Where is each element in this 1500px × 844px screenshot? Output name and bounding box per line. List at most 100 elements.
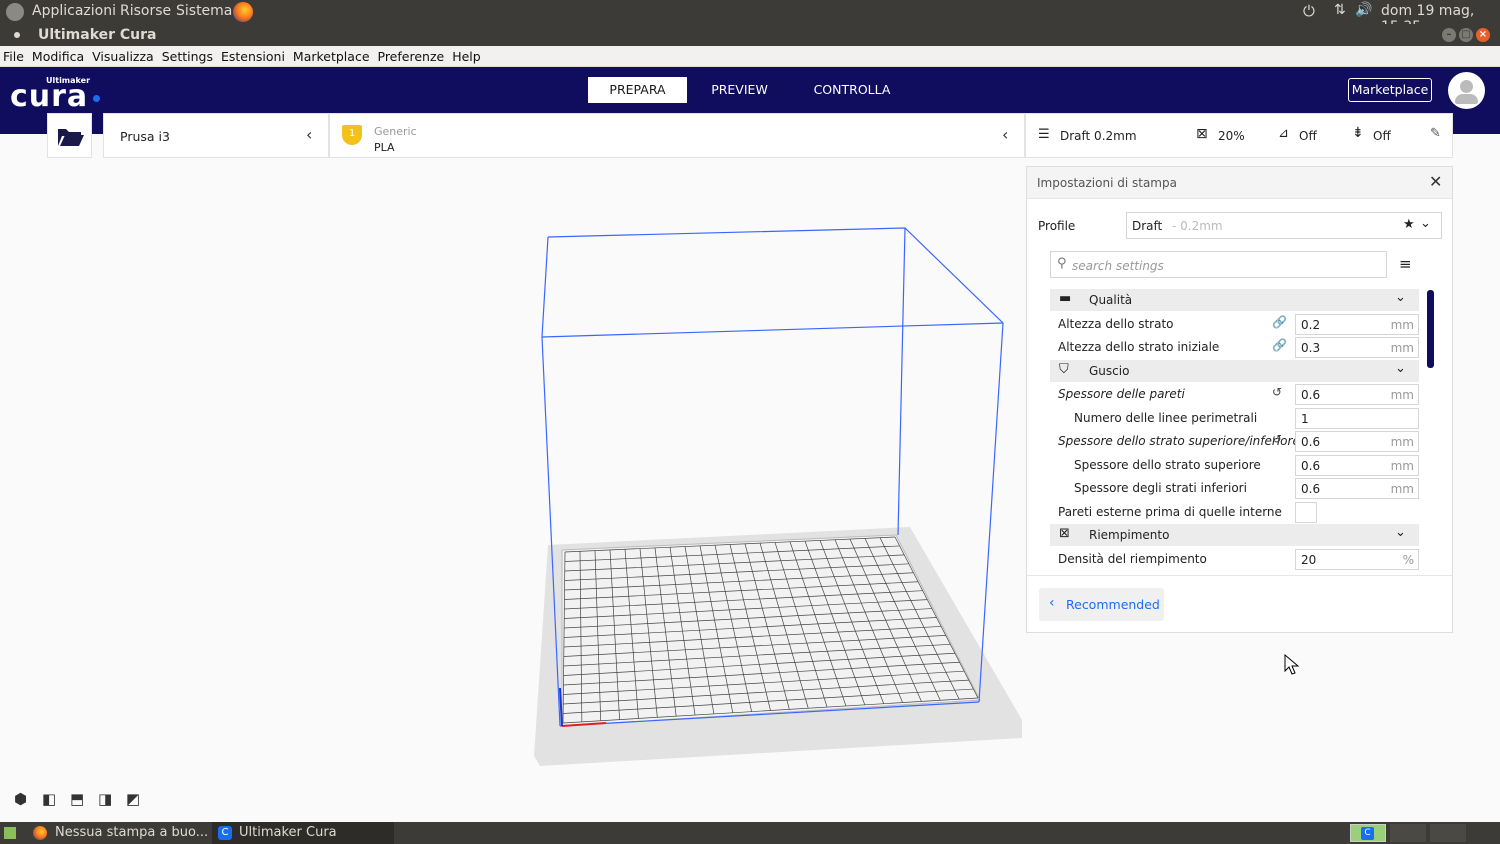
account-avatar-icon[interactable] [1448, 72, 1485, 109]
menu-help[interactable]: Help [452, 46, 481, 64]
settings-category-riempimento[interactable]: ⊠ Riempimento ⌄ [1027, 524, 1427, 547]
profile-value: Draft [1132, 219, 1163, 233]
scrollbar-thumb[interactable] [1427, 290, 1434, 368]
view-front-icon[interactable]: ◧ [42, 790, 56, 808]
extruder-icon: 1 [342, 125, 362, 145]
firefox-icon[interactable] [233, 2, 253, 22]
setting-unit: mm [1390, 482, 1414, 496]
setting-input[interactable]: 0.3 mm [1295, 337, 1419, 358]
settings-menu-icon[interactable]: ≡ [1399, 255, 1412, 273]
link-icon[interactable]: 🔗 [1272, 315, 1287, 329]
menu-risorse[interactable]: Risorse [120, 3, 171, 19]
tab-controlla[interactable]: CONTROLLA [800, 77, 904, 103]
setting-input[interactable]: 0.2 mm [1295, 313, 1419, 335]
edit-pencil-icon[interactable]: ✎ [1430, 126, 1441, 141]
workspace-switcher[interactable] [1430, 824, 1466, 842]
show-desktop-icon[interactable] [4, 827, 16, 839]
material-brand: Generic [374, 125, 417, 138]
workspace-switcher[interactable] [1390, 824, 1426, 842]
setting-checkbox[interactable] [1295, 501, 1317, 523]
setting-input[interactable]: 0.6 mm [1295, 384, 1419, 405]
adhesion-summary: Off [1373, 129, 1391, 143]
setting-input[interactable]: 20% [1295, 548, 1419, 570]
power-icon[interactable]: ⏻ [1303, 2, 1315, 20]
print-setup-summary[interactable]: ☰ Draft 0.2mm ⊠ 20% ⊿ Off ⇟ Off ✎ [1025, 113, 1453, 158]
marketplace-button[interactable]: Marketplace [1348, 78, 1432, 102]
setting-value: 0.6 [1301, 458, 1321, 473]
close-icon[interactable]: ✕ [1429, 172, 1442, 191]
profile-dropdown[interactable]: Draft - 0.2mm ★ ⌄ [1126, 212, 1442, 239]
menu-applicazioni[interactable]: Applicazioni [32, 3, 116, 19]
taskbar-item-cura[interactable]: C Ultimaker Cura [212, 822, 394, 844]
cura-logo: Ultimaker cura [10, 76, 100, 112]
star-icon[interactable]: ★ [1403, 217, 1415, 232]
setting-unit: mm [1390, 435, 1414, 449]
reset-icon[interactable]: ↺ [1272, 385, 1282, 399]
setting-input[interactable]: 0.6 mm [1295, 454, 1419, 476]
setting-input[interactable]: 0.6 mm [1295, 478, 1419, 499]
view-3d-icon[interactable]: ⬢ [14, 790, 27, 808]
menu-settings[interactable]: Settings [162, 46, 213, 64]
menu-preferenze[interactable]: Preferenze [378, 46, 445, 64]
recommended-button[interactable]: ‹ Recommended [1039, 588, 1164, 621]
cura-app-icon: C [218, 826, 232, 840]
setting-label: Spessore delle pareti [1058, 387, 1185, 401]
divider [1027, 575, 1452, 576]
setting-unit: mm [1390, 317, 1414, 332]
setting-row: Spessore dello strato superiore/inferior… [1027, 430, 1427, 453]
settings-category-guscio[interactable]: ⛉ Guscio ⌄ [1027, 359, 1427, 383]
infill-icon: ⊠ [1059, 526, 1070, 541]
mouse-cursor-icon [1284, 654, 1300, 675]
reset-icon[interactable]: ↺ [1272, 432, 1282, 446]
chevron-left-icon: ‹ [1049, 595, 1055, 611]
build-plate-viewport[interactable] [0, 160, 1025, 820]
setting-row: Altezza dello strato 🔗 0.2 mm [1027, 313, 1427, 336]
taskbar: Nessua stampa a buo... C Ultimaker Cura … [0, 822, 1500, 844]
setting-label: Spessore dello strato superiore/inferior… [1058, 434, 1300, 448]
setting-input[interactable]: 1 [1295, 407, 1419, 429]
adhesion-icon: ⇟ [1352, 125, 1364, 141]
menu-visualizza[interactable]: Visualizza [92, 46, 154, 64]
printer-selector[interactable]: Prusa i3 ‹ [103, 113, 329, 158]
search-placeholder: search settings [1072, 259, 1164, 273]
workspace-switcher-active[interactable]: C [1350, 824, 1386, 842]
window-menu-dot-icon[interactable] [14, 32, 20, 38]
taskbar-label: Nessua stampa a buo... [55, 825, 209, 840]
chevron-down-icon: ⌄ [1420, 216, 1431, 231]
minimize-icon[interactable]: – [1442, 28, 1456, 42]
volume-icon[interactable]: 🔊 [1355, 2, 1372, 18]
setting-label: Altezza dello strato [1058, 316, 1174, 331]
search-input[interactable]: ⚲ search settings [1050, 251, 1387, 278]
menu-file[interactable]: File [3, 46, 24, 64]
cura-app-icon: C [1361, 827, 1374, 840]
setting-unit: mm [1390, 388, 1414, 402]
view-right-icon[interactable]: ◩ [126, 790, 140, 808]
maximize-icon[interactable]: □ [1459, 28, 1473, 42]
tab-preview[interactable]: PREVIEW [690, 77, 789, 103]
setting-unit: mm [1390, 341, 1414, 355]
view-top-icon[interactable]: ⬒ [70, 790, 84, 808]
material-selector[interactable]: 1 Generic PLA ‹ [329, 113, 1025, 158]
setting-input[interactable]: 0.6 mm [1295, 431, 1419, 452]
open-file-button[interactable] [47, 113, 92, 158]
settings-list: ▬ Qualità ⌄ Altezza dello strato 🔗 0.2 mm Altez… [1027, 289, 1427, 573]
category-label: Qualità [1089, 293, 1133, 307]
menu-sistema[interactable]: Sistema [176, 3, 232, 19]
menu-marketplace[interactable]: Marketplace [293, 46, 370, 64]
tab-prepara[interactable]: PREPARA [588, 77, 687, 103]
profile-layers-icon: ☰ [1038, 127, 1050, 142]
taskbar-item-firefox[interactable]: Nessua stampa a buo... [28, 822, 210, 844]
link-icon[interactable]: 🔗 [1272, 338, 1287, 352]
profile-summary: Draft 0.2mm [1060, 129, 1137, 143]
network-icon[interactable]: ⇅ [1334, 2, 1346, 18]
menu-estensioni[interactable]: Estensioni [221, 46, 285, 64]
menu-modifica[interactable]: Modifica [32, 46, 84, 64]
settings-category-qualità[interactable]: ▬ Qualità ⌄ [1027, 289, 1427, 312]
ubuntu-logo-icon[interactable] [6, 3, 24, 21]
chevron-down-icon: ⌄ [1395, 525, 1406, 540]
setting-value: 0.2 [1301, 317, 1321, 332]
setting-value: 0.6 [1301, 388, 1321, 402]
infill-icon: ⊠ [1196, 126, 1208, 142]
view-left-icon[interactable]: ◨ [98, 790, 112, 808]
close-window-icon[interactable]: × [1476, 28, 1490, 42]
